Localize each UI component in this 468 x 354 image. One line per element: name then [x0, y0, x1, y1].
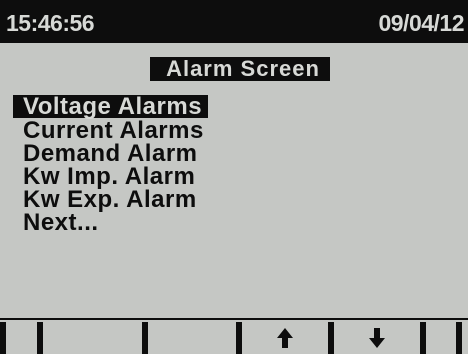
menu-item-demand-alarm[interactable]: Demand Alarm	[13, 142, 210, 166]
menu-item-voltage-alarms[interactable]: Voltage Alarms	[13, 95, 209, 119]
arrow-down-icon	[368, 327, 386, 349]
clock-time: 15:46:56	[6, 10, 95, 36]
menu-item-next[interactable]: Next...	[13, 211, 210, 235]
softkey-divider	[37, 322, 43, 354]
status-bar: 15:46:56 09/04/12	[0, 0, 468, 43]
softkey-1[interactable]	[6, 322, 37, 354]
screen-title: Alarm Screen	[150, 57, 330, 81]
arrow-up-icon	[276, 327, 294, 349]
softkey-divider	[456, 322, 462, 354]
softkey-down[interactable]	[334, 322, 420, 354]
menu-item-current-alarms[interactable]: Current Alarms	[13, 119, 210, 143]
softkey-bar	[0, 318, 468, 354]
alarm-menu: Voltage Alarms Current Alarms Demand Ala…	[13, 95, 210, 235]
softkey-up[interactable]	[242, 322, 328, 354]
softkey-divider	[142, 322, 148, 354]
softkey-3[interactable]	[150, 322, 236, 354]
softkey-2[interactable]	[55, 322, 142, 354]
menu-item-kw-imp-alarm[interactable]: Kw Imp. Alarm	[13, 165, 210, 189]
title-bar: Alarm Screen	[0, 57, 468, 81]
clock-date: 09/04/12	[378, 10, 464, 36]
softkey-6[interactable]	[426, 322, 456, 354]
menu-item-kw-exp-alarm[interactable]: Kw Exp. Alarm	[13, 188, 210, 212]
